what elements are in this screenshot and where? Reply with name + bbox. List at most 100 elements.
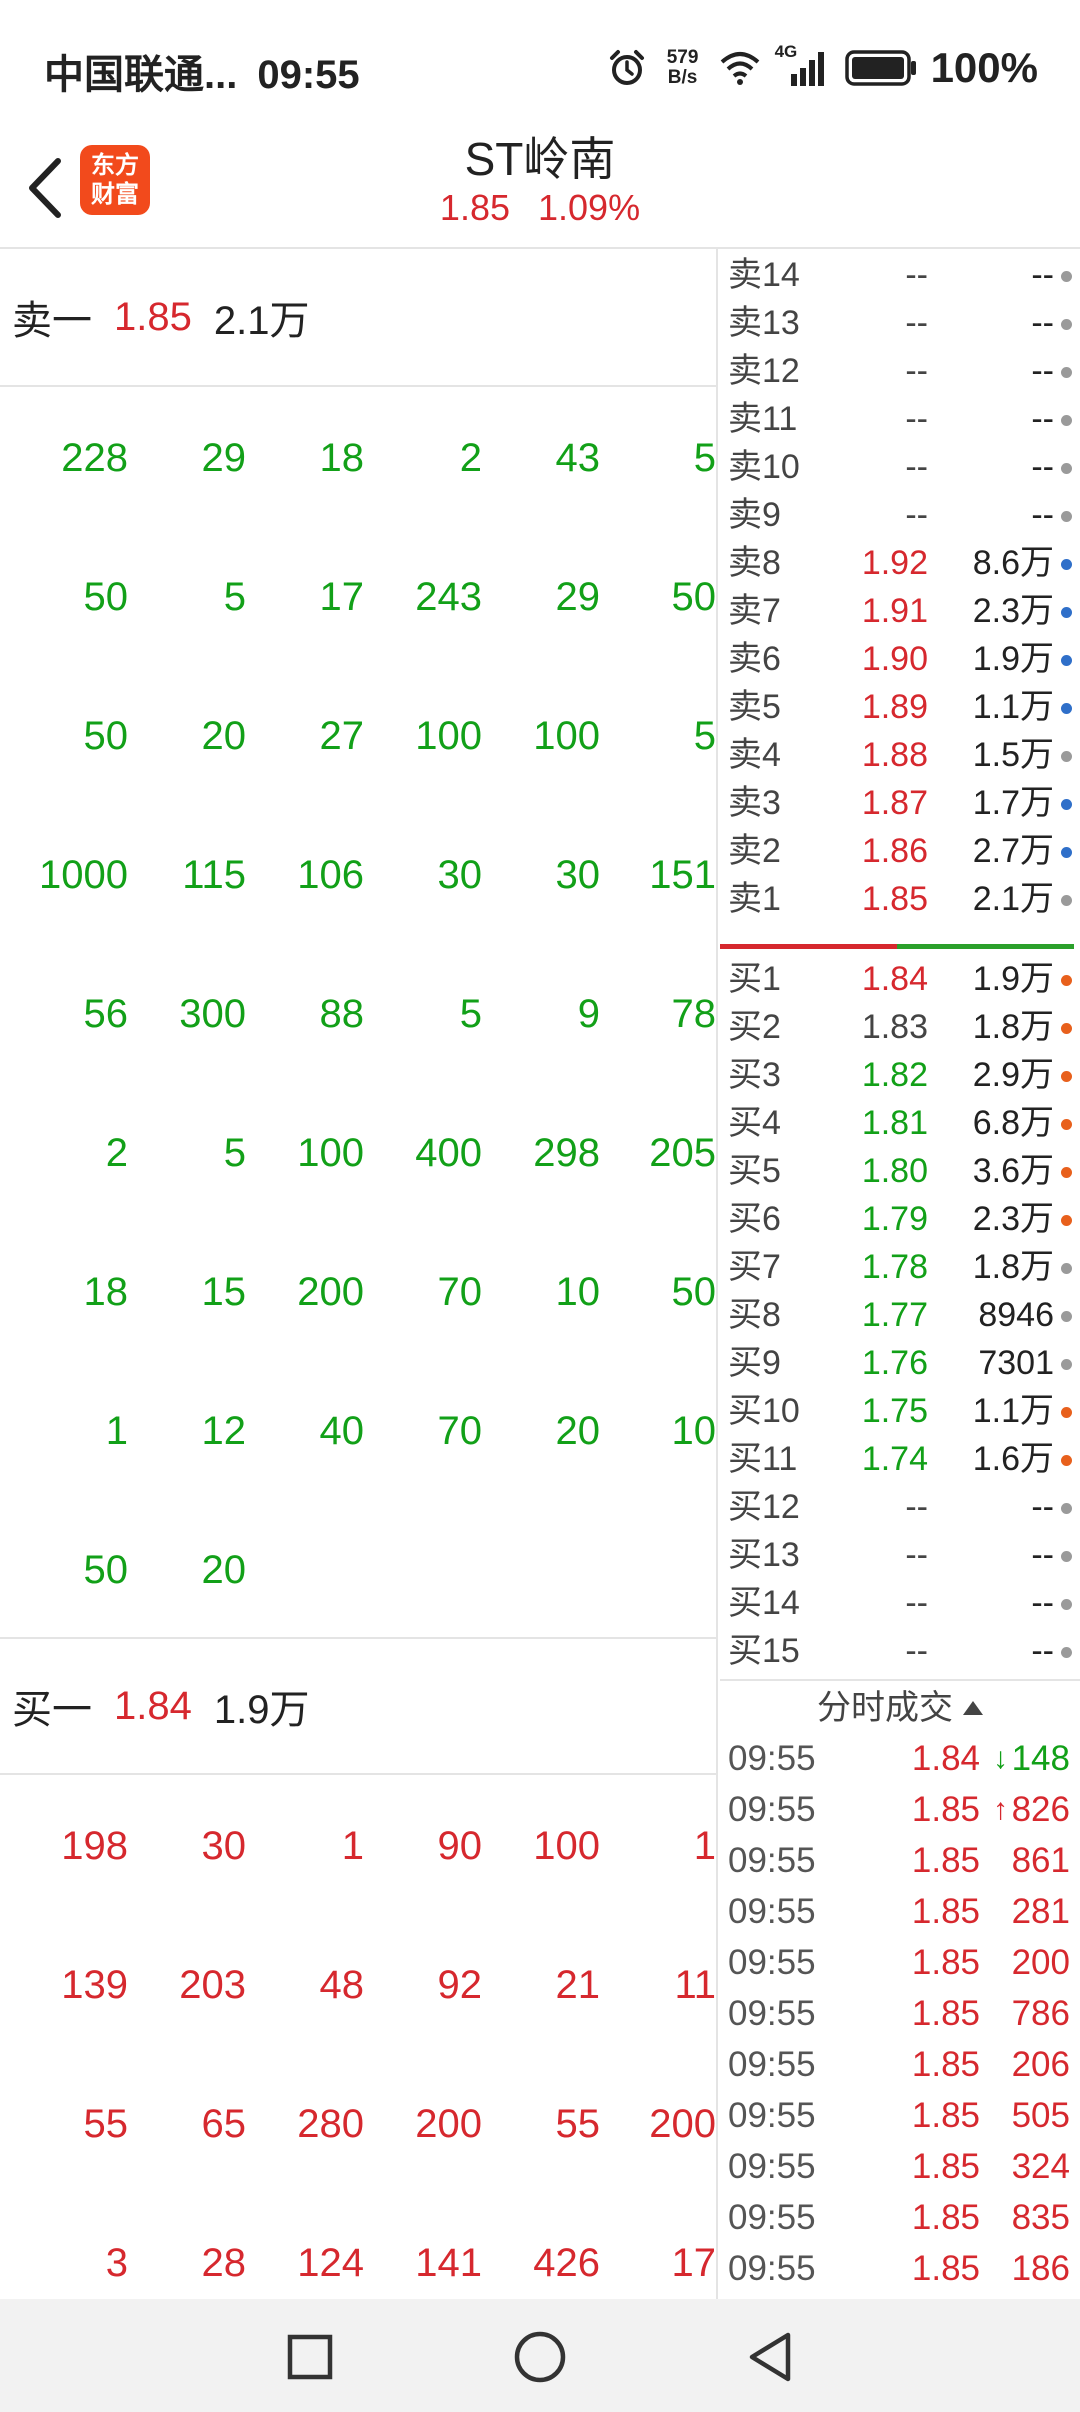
ask-level-row[interactable]: 卖7 1.91 2.3万 [720, 587, 1080, 635]
level-volume: 7301 [978, 1344, 1054, 1382]
bid-level-row[interactable]: 买6 1.79 2.3万 [720, 1195, 1080, 1243]
back-triangle-icon[interactable] [740, 2327, 800, 2387]
queue-order-size: 5 [693, 714, 716, 758]
clock: 09:55 [257, 53, 360, 97]
queue-order-size: 280 [297, 2102, 364, 2146]
tick-row: 09:55 1.85 786 [720, 1988, 1080, 2039]
tick-time: 09:55 [728, 2045, 816, 2084]
bid-ask-split-bar [720, 944, 1074, 949]
level-indicator-dot [1061, 1503, 1072, 1514]
ask-level-row[interactable]: 卖4 1.88 1.5万 [720, 731, 1080, 779]
level-label: 卖7 [728, 592, 781, 630]
bid-level-row[interactable]: 买10 1.75 1.1万 [720, 1387, 1080, 1435]
level-label: 买6 [728, 1200, 781, 1238]
level-volume: 1.5万 [972, 736, 1054, 774]
level-indicator-dot [1061, 1647, 1072, 1658]
level-price: -- [905, 1632, 928, 1670]
tick-row: 09:55 1.85 281 [720, 1886, 1080, 1937]
bid-level-row[interactable]: 买7 1.78 1.8万 [720, 1243, 1080, 1291]
battery-icon [844, 50, 916, 86]
level-label: 卖8 [728, 544, 781, 582]
tick-volume: 786 [1011, 1994, 1070, 2033]
bid-level-row[interactable]: 买3 1.82 2.9万 [720, 1051, 1080, 1099]
tick-time: 09:55 [728, 1739, 816, 1778]
carrier-name: 中国联通... [44, 53, 238, 97]
level-volume: 1.1万 [972, 688, 1054, 726]
queue-order-size: 243 [415, 575, 482, 619]
ask-level-row[interactable]: 卖2 1.86 2.7万 [720, 827, 1080, 875]
tick-time: 09:55 [728, 1994, 816, 2033]
level-volume: -- [1031, 1536, 1054, 1574]
queue-order-size: 78 [671, 992, 717, 1036]
queue-order-size: 18 [319, 436, 365, 480]
queue-order-size: 50 [83, 714, 129, 758]
tick-price: 1.85 [911, 2147, 980, 2186]
ask-level-row[interactable]: 卖3 1.87 1.7万 [720, 779, 1080, 827]
signal-icon [790, 52, 824, 86]
level-price: -- [905, 304, 928, 342]
level-indicator-dot [1061, 367, 1072, 378]
ask-level-row[interactable]: 卖6 1.90 1.9万 [720, 635, 1080, 683]
bid-level-row[interactable]: 买4 1.81 6.8万 [720, 1099, 1080, 1147]
level-price: 1.74 [861, 1440, 928, 1478]
bid-level-row[interactable]: 买14 -- -- [720, 1579, 1080, 1627]
queue-order-size: 151 [649, 853, 716, 897]
ask-level-row[interactable]: 卖1 1.85 2.1万 [720, 875, 1080, 923]
tick-volume: 826 [1011, 1790, 1070, 1829]
queue-order-size: 3 [105, 2241, 128, 2285]
tick-volume: 281 [1011, 1892, 1070, 1931]
queue-order-size: 426 [533, 2241, 600, 2285]
recents-square-icon[interactable] [280, 2327, 340, 2387]
ask-level-row[interactable]: 卖11 -- -- [720, 395, 1080, 443]
queue-order-size: 200 [415, 2102, 482, 2146]
ticks-header[interactable]: 分时成交 [720, 1679, 1080, 1731]
level-label: 买5 [728, 1152, 781, 1190]
ask-level-row[interactable]: 卖8 1.92 8.6万 [720, 539, 1080, 587]
ask-summary-price: 1.85 [114, 294, 192, 339]
sort-up-icon[interactable] [963, 1701, 983, 1715]
stock-name: ST岭南 [464, 133, 616, 185]
level-indicator-dot [1061, 1407, 1072, 1418]
queue-order-size: 2 [459, 436, 482, 480]
tick-price: 1.85 [911, 1994, 980, 2033]
bid-level-row[interactable]: 买2 1.83 1.8万 [720, 1003, 1080, 1051]
level-volume: 8.6万 [972, 544, 1054, 582]
ask-summary-label: 卖一 [12, 299, 92, 343]
bid-level-row[interactable]: 买5 1.80 3.6万 [720, 1147, 1080, 1195]
level-label: 买3 [728, 1056, 781, 1094]
queue-order-size: 198 [61, 1824, 128, 1868]
bid-level-row[interactable]: 买11 1.74 1.6万 [720, 1435, 1080, 1483]
tick-time: 09:55 [728, 2249, 816, 2288]
queue-order-size: 10 [671, 1409, 717, 1453]
bid-level-row[interactable]: 买9 1.76 7301 [720, 1339, 1080, 1387]
ask-level-row[interactable]: 卖14 -- -- [720, 251, 1080, 299]
bid-level-row[interactable]: 买15 -- -- [720, 1627, 1080, 1675]
bid-book: 买1 1.84 1.9万 买2 1.83 1.8万 买3 1.82 2.9万 买4 1.81 6.8万… [720, 955, 1080, 1675]
queue-order-size: 100 [533, 1824, 600, 1868]
level-price: -- [905, 1488, 928, 1526]
queue-row: 50 20 27 100 100 5 [0, 667, 717, 806]
queue-order-size: 106 [297, 853, 364, 897]
queue-order-size: 124 [297, 2241, 364, 2285]
queue-order-size: 2 [105, 1131, 128, 1175]
ask-level-row[interactable]: 卖10 -- -- [720, 443, 1080, 491]
order-book-panel[interactable]: 卖14 -- -- 卖13 -- -- 卖12 -- -- 卖11 -- -- 卖10 -- -- 卖9 -- -… [720, 249, 1080, 2299]
level-indicator-dot [1061, 847, 1072, 858]
bid-level-row[interactable]: 买1 1.84 1.9万 [720, 955, 1080, 1003]
ask-level-row[interactable]: 卖12 -- -- [720, 347, 1080, 395]
bid-level-row[interactable]: 买13 -- -- [720, 1531, 1080, 1579]
ask-level-row[interactable]: 卖5 1.89 1.1万 [720, 683, 1080, 731]
ask-level-row[interactable]: 卖9 -- -- [720, 491, 1080, 539]
bid-level-row[interactable]: 买12 -- -- [720, 1483, 1080, 1531]
ask-level-row[interactable]: 卖13 -- -- [720, 299, 1080, 347]
queue-order-size: 205 [649, 1131, 716, 1175]
level-label: 卖6 [728, 640, 781, 678]
order-queue-panel[interactable]: 卖一 1.85 2.1万 228 29 18 2 43 5 50 5 17 243 29 50 50 20… [0, 249, 718, 2299]
level-volume: -- [1031, 304, 1054, 342]
home-circle-icon[interactable] [510, 2327, 570, 2387]
order-book: 卖14 -- -- 卖13 -- -- 卖12 -- -- 卖11 -- -- 卖10 -- -- 卖9 -- -… [720, 249, 1080, 923]
bid-level-row[interactable]: 买8 1.77 8946 [720, 1291, 1080, 1339]
queue-order-size: 100 [533, 714, 600, 758]
level-indicator-dot [1061, 559, 1072, 570]
tick-price: 1.85 [911, 1790, 980, 1829]
